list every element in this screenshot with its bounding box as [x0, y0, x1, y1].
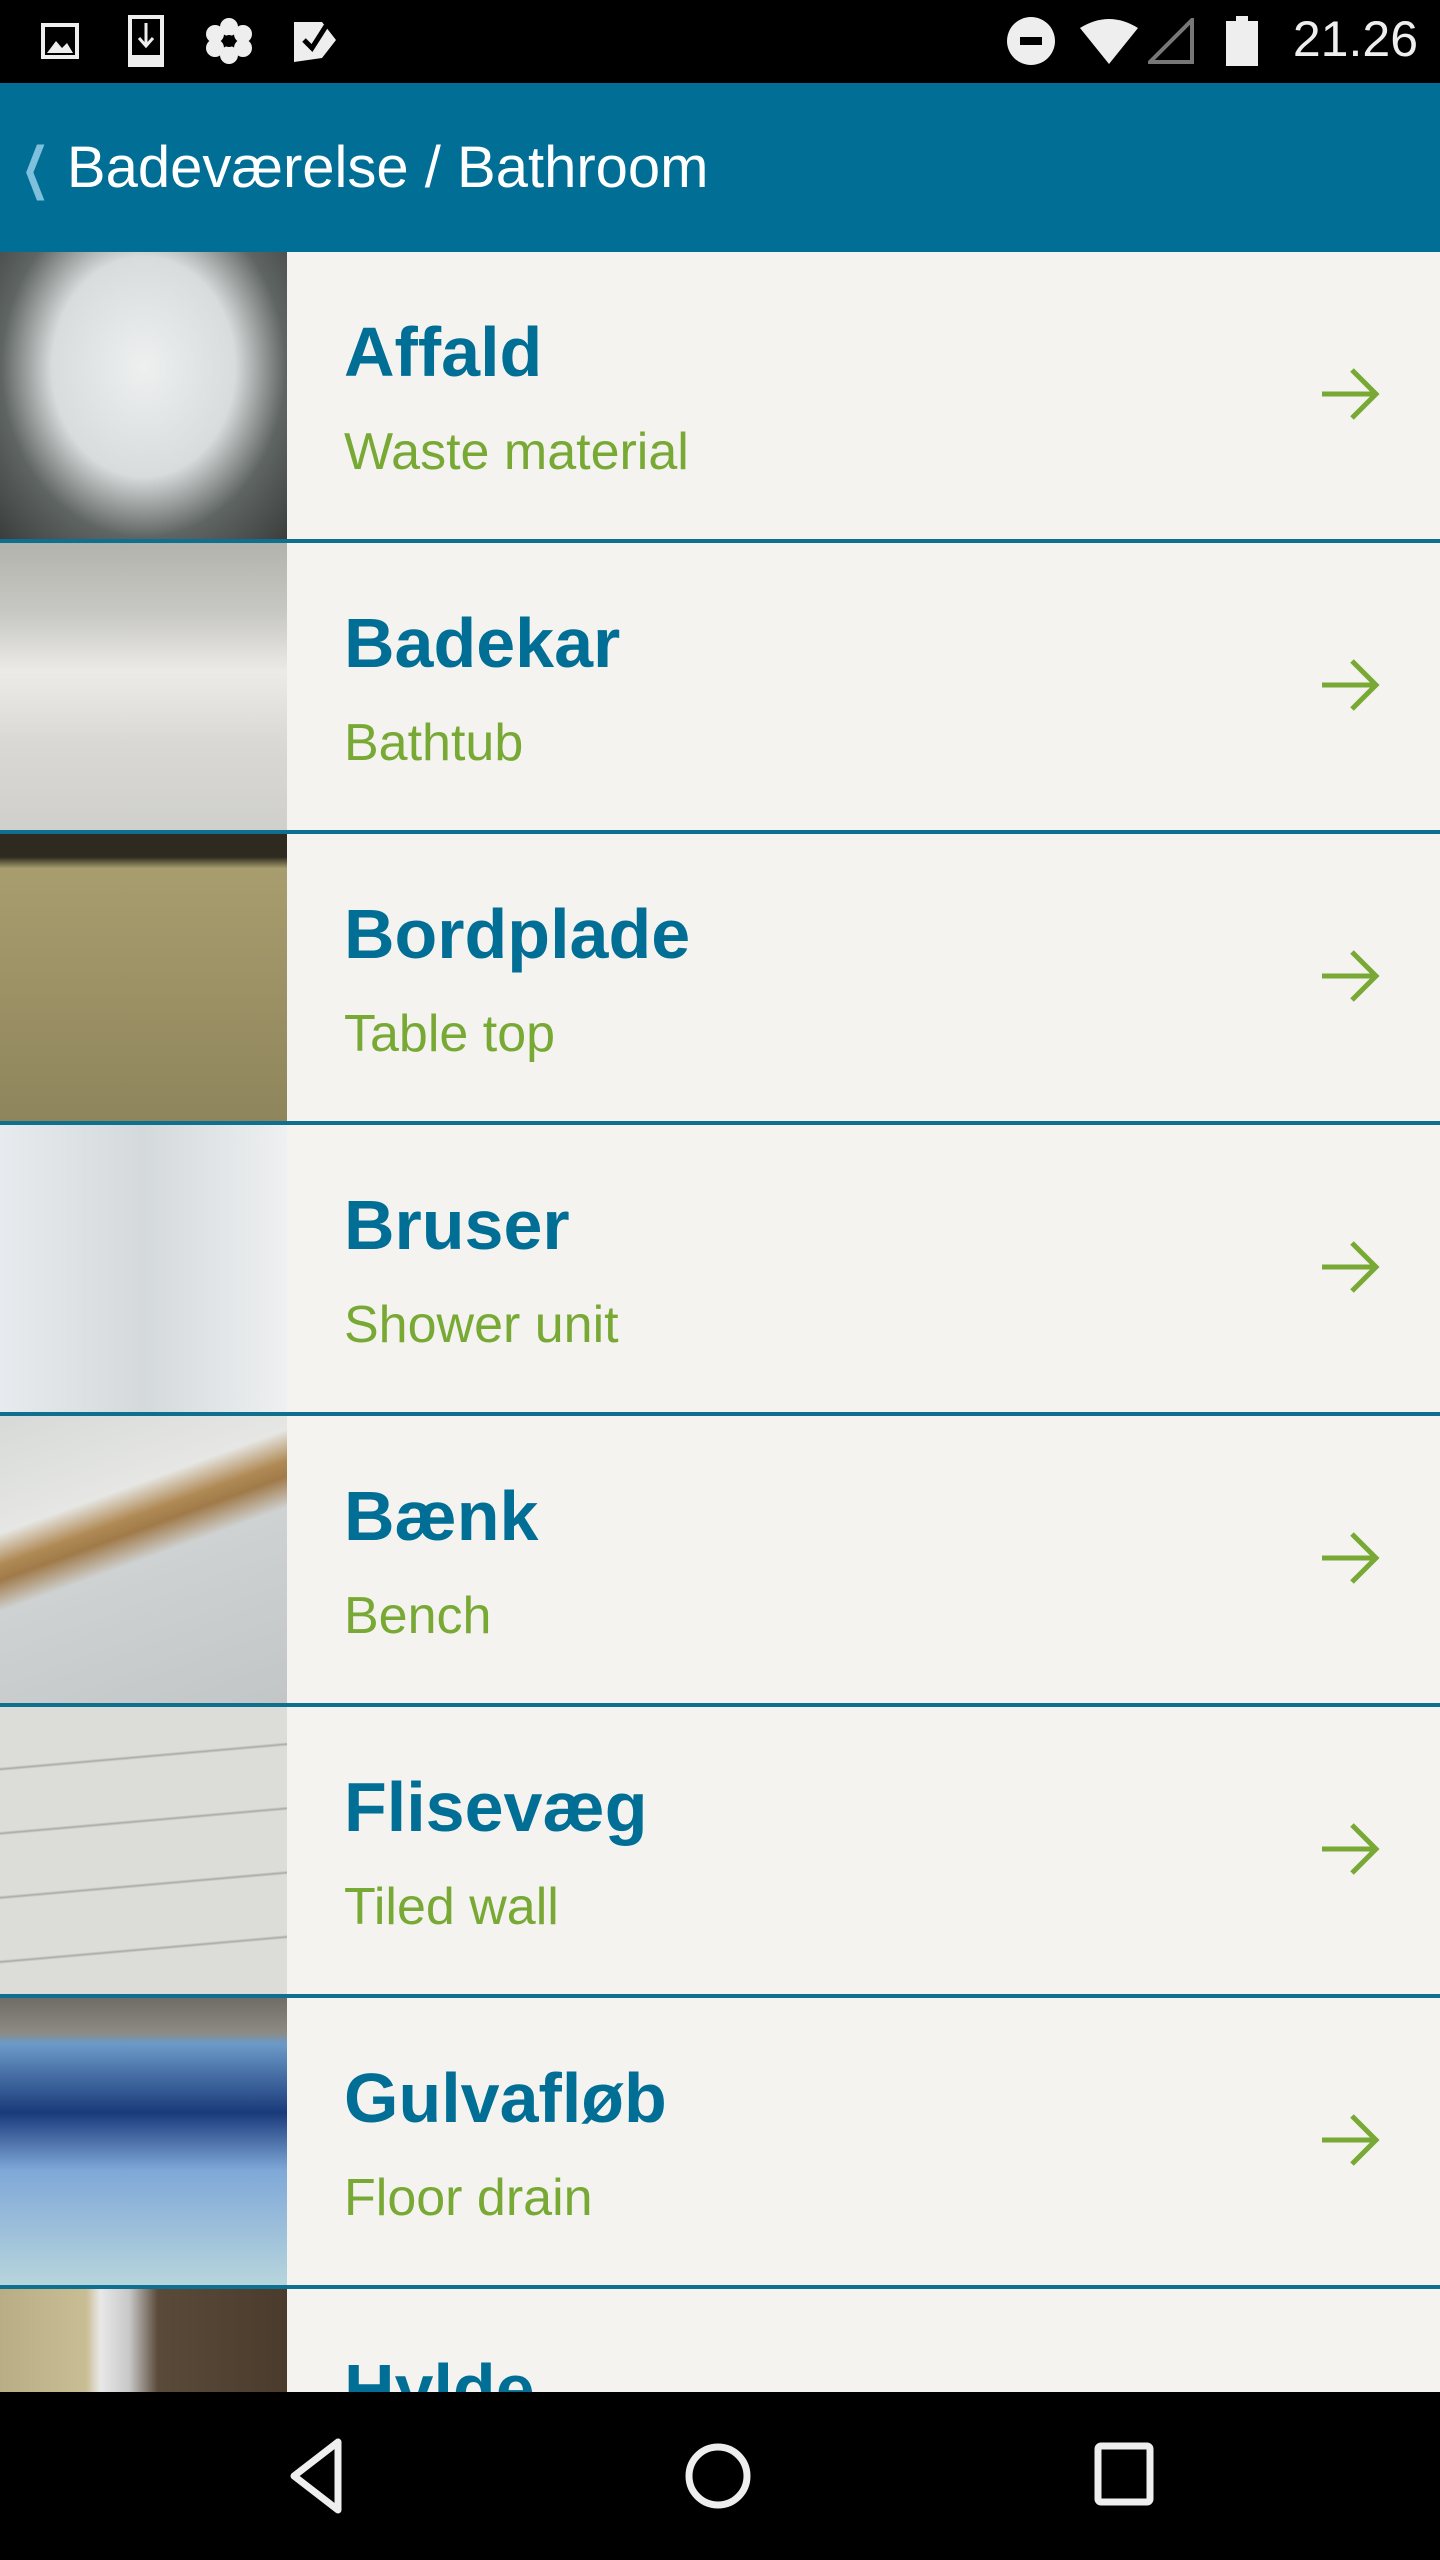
thumbnail-image	[0, 1998, 287, 2285]
item-title: Flisevæg	[344, 1768, 648, 1846]
item-title: Hylde	[344, 2350, 535, 2392]
download-icon	[126, 15, 166, 67]
flower-icon	[204, 18, 254, 64]
arrow-right-icon	[1322, 368, 1380, 420]
list-item[interactable]: Gulvafløb Floor drain	[0, 1998, 1440, 2289]
checklist-icon	[292, 18, 338, 64]
arrow-right-icon	[1322, 1241, 1380, 1293]
app-bar: ❮ Badeværelse / Bathroom	[0, 83, 1440, 252]
thumbnail-image	[0, 1707, 287, 1994]
item-title: Bænk	[344, 1477, 539, 1555]
list-item[interactable]: Bruser Shower unit	[0, 1125, 1440, 1416]
arrow-right-icon	[1322, 1532, 1380, 1584]
item-title: Bruser	[344, 1186, 570, 1264]
back-icon[interactable]	[282, 2436, 352, 2516]
do-not-disturb-icon	[1006, 17, 1056, 65]
thumbnail-image	[0, 1125, 287, 1412]
list-item[interactable]: Badekar Bathtub	[0, 543, 1440, 834]
item-subtitle: Floor drain	[344, 2169, 593, 2227]
item-title: Bordplade	[344, 895, 691, 973]
list-item[interactable]: Bænk Bench	[0, 1416, 1440, 1707]
item-title: Affald	[344, 313, 543, 391]
list-item[interactable]: Flisevæg Tiled wall	[0, 1707, 1440, 1998]
item-subtitle: Waste material	[344, 423, 689, 481]
item-subtitle: Tiled wall	[344, 1878, 559, 1936]
list-item[interactable]: Affald Waste material	[0, 252, 1440, 543]
thumbnail-image	[0, 252, 287, 539]
thumbnail-image	[0, 1416, 287, 1703]
arrow-right-icon	[1322, 950, 1380, 1002]
arrow-right-icon	[1322, 1823, 1380, 1875]
list-item[interactable]: Bordplade Table top	[0, 834, 1440, 1125]
item-subtitle: Bench	[344, 1587, 492, 1645]
signal-icon	[1148, 18, 1194, 64]
status-bar: 21.26	[0, 0, 1440, 83]
item-title: Badekar	[344, 604, 621, 682]
wifi-icon	[1078, 18, 1140, 64]
thumbnail-image	[0, 2289, 287, 2392]
battery-icon	[1226, 16, 1258, 66]
item-title: Gulvafløb	[344, 2059, 667, 2137]
home-icon[interactable]	[682, 2436, 754, 2516]
item-subtitle: Table top	[344, 1005, 556, 1063]
clock: 21.26	[1292, 11, 1418, 67]
thumbnail-image	[0, 834, 287, 1121]
arrow-right-icon	[1322, 2114, 1380, 2166]
arrow-right-icon	[1322, 659, 1380, 711]
list-item[interactable]: Hylde	[0, 2289, 1440, 2392]
image-icon	[40, 18, 80, 64]
item-subtitle: Shower unit	[344, 1296, 619, 1354]
recents-icon[interactable]	[1090, 2436, 1160, 2516]
category-list: Affald Waste material Badekar Bathtub Bo…	[0, 252, 1440, 2392]
item-subtitle: Bathtub	[344, 714, 524, 772]
thumbnail-image	[0, 543, 287, 830]
navigation-bar	[0, 2392, 1440, 2560]
page-title: Badeværelse / Bathroom	[66, 135, 709, 200]
chevron-left-icon[interactable]: ❮	[21, 135, 49, 201]
